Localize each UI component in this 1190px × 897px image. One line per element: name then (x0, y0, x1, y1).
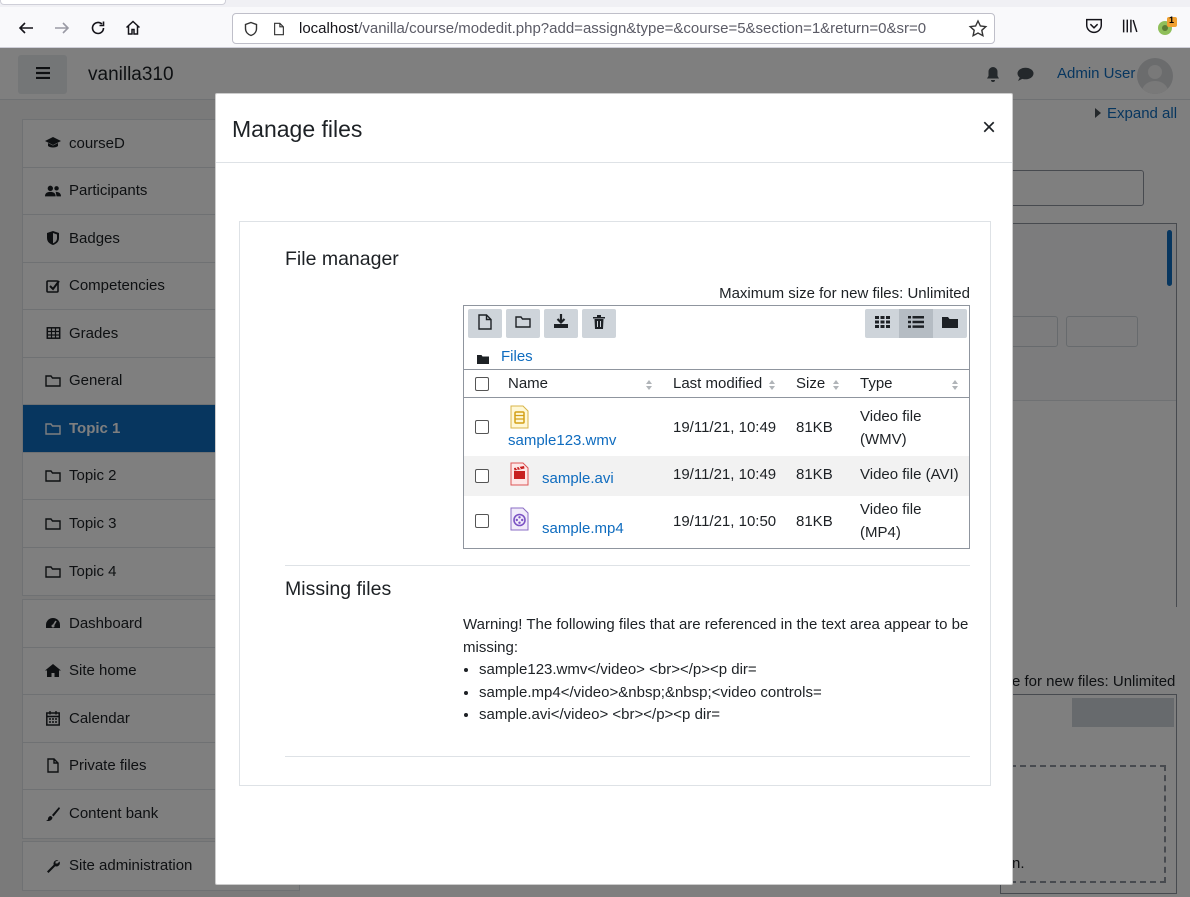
file-manager: Files Name Last modified Size Type sampl… (463, 305, 970, 549)
trash-icon (593, 314, 605, 333)
home-icon[interactable] (119, 14, 147, 42)
file-table-header: Name Last modified Size Type (464, 369, 969, 398)
folder-solid-icon (942, 315, 958, 332)
file-modified: 19/11/21, 10:49 (673, 419, 777, 436)
grid-icon (874, 315, 890, 332)
warning-text: Warning! The following files that are re… (463, 616, 969, 656)
file-name-link[interactable]: sample123.wmv (508, 432, 616, 449)
file-row[interactable]: sample.avi 19/11/21, 10:49 81KB Video fi… (464, 456, 969, 496)
path-breadcrumb: Files (477, 348, 533, 365)
page-icon[interactable] (271, 21, 287, 37)
active-tab-edge[interactable] (0, 0, 226, 5)
column-type[interactable]: Type (860, 375, 893, 392)
browser-toolbar: localhost/vanilla/course/modedit.php?add… (0, 0, 1190, 48)
file-size: 81KB (796, 466, 833, 483)
view-list-button[interactable] (899, 309, 933, 338)
missing-file-item: sample.avi</video> <br></p><p dir= (479, 704, 973, 727)
folder-solid-icon (477, 351, 489, 364)
file-type-sub: (WMV) (860, 431, 907, 448)
file-select-checkbox[interactable] (475, 420, 489, 434)
file-manager-heading: File manager (285, 248, 399, 270)
create-folder-button[interactable] (506, 309, 540, 338)
file-modified: 19/11/21, 10:50 (673, 513, 777, 530)
missing-files-list: sample123.wmv</video> <br></p><p dir= sa… (463, 659, 973, 727)
file-type: Video file (860, 408, 922, 425)
missing-files-warning: Warning! The following files that are re… (463, 614, 973, 727)
extension-icon[interactable]: 1 (1155, 15, 1177, 38)
extension-badge: 1 (1169, 15, 1175, 25)
select-all-checkbox[interactable] (475, 377, 489, 391)
section-divider (285, 565, 970, 566)
back-icon[interactable] (12, 14, 40, 42)
add-file-icon (478, 313, 492, 334)
close-icon[interactable]: × (982, 116, 996, 140)
address-bar[interactable]: localhost/vanilla/course/modedit.php?add… (232, 13, 995, 44)
delete-selected-button[interactable] (582, 309, 616, 338)
list-icon (908, 315, 924, 332)
file-type: Video file (AVI) (860, 466, 959, 483)
download-all-button[interactable] (544, 309, 578, 338)
folder-icon (515, 315, 531, 332)
add-file-button[interactable] (468, 309, 502, 338)
dialog-title: Manage files (232, 116, 363, 142)
file-size: 81KB (796, 419, 833, 436)
file-row[interactable]: sample123.wmv 19/11/21, 10:49 81KB Video… (464, 399, 969, 456)
file-name-link[interactable]: sample.mp4 (542, 520, 624, 537)
reload-icon[interactable] (84, 14, 112, 42)
view-icons-button[interactable] (865, 309, 899, 338)
url-text[interactable]: localhost/vanilla/course/modedit.php?add… (299, 20, 926, 37)
dialog-header: Manage files × (216, 94, 1012, 163)
file-size: 81KB (796, 513, 833, 530)
sort-arrows-icon[interactable] (645, 378, 653, 390)
library-icon[interactable] (1120, 16, 1142, 38)
column-last-modified[interactable]: Last modified (673, 375, 762, 392)
view-tree-button[interactable] (933, 309, 967, 338)
sort-arrows-icon[interactable] (951, 378, 959, 390)
column-name[interactable]: Name (508, 375, 548, 392)
forward-icon[interactable] (48, 14, 76, 42)
bookmark-star-icon[interactable] (968, 19, 988, 39)
breadcrumb-files-link[interactable]: Files (501, 348, 533, 365)
section-divider (285, 756, 970, 757)
url-path: /vanilla/course/modedit.php?add=assign&t… (358, 20, 927, 37)
max-size-text: Maximum size for new files: Unlimited (719, 285, 970, 302)
manage-files-dialog: Manage files × File manager Maximum size… (215, 93, 1013, 885)
file-type-sub: (MP4) (860, 524, 901, 541)
shield-icon[interactable] (243, 21, 259, 37)
missing-file-item: sample.mp4</video>&nbsp;&nbsp;<video con… (479, 682, 973, 705)
file-type: Video file (860, 501, 922, 518)
url-host: localhost (299, 20, 359, 37)
file-select-checkbox[interactable] (475, 469, 489, 483)
file-row[interactable]: sample.mp4 19/11/21, 10:50 81KB Video fi… (464, 496, 969, 548)
pocket-icon[interactable] (1084, 16, 1106, 38)
wmv-file-icon[interactable] (509, 405, 531, 429)
download-icon (553, 314, 569, 333)
mp4-file-icon[interactable] (509, 507, 531, 531)
file-name-link[interactable]: sample.avi (542, 470, 614, 487)
avi-file-icon[interactable] (509, 462, 531, 486)
missing-files-heading: Missing files (285, 578, 392, 600)
file-select-checkbox[interactable] (475, 514, 489, 528)
sort-arrows-icon[interactable] (832, 378, 840, 390)
file-modified: 19/11/21, 10:49 (673, 466, 777, 483)
missing-file-item: sample123.wmv</video> <br></p><p dir= (479, 659, 973, 682)
manage-files-form: File manager Maximum size for new files:… (239, 221, 991, 786)
sort-arrows-icon[interactable] (768, 378, 776, 390)
column-size[interactable]: Size (796, 375, 825, 392)
